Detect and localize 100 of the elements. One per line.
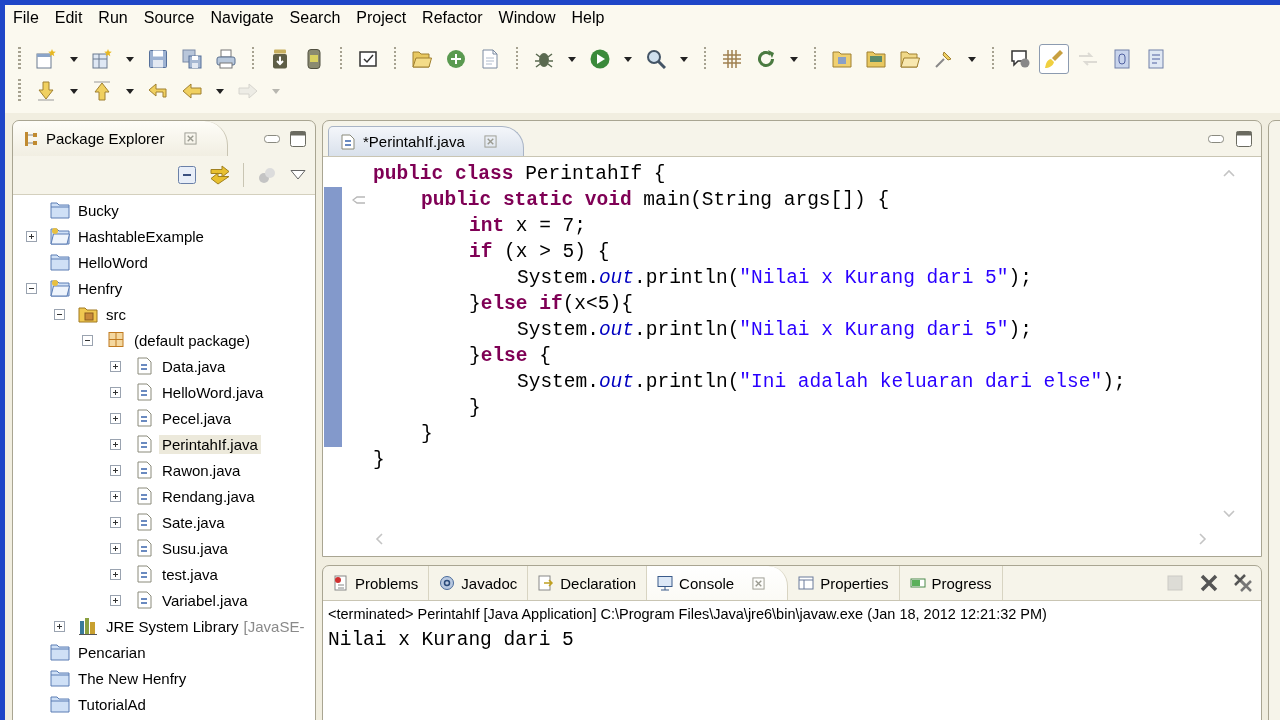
folder-icon xyxy=(50,643,70,661)
new-panel-icon[interactable] xyxy=(92,49,112,69)
left-arrow-icon[interactable] xyxy=(182,81,202,101)
folder-icon xyxy=(50,669,70,687)
maximize-icon[interactable] xyxy=(1236,130,1252,147)
tree-item[interactable]: src xyxy=(103,304,129,324)
dropdown-arrow-icon[interactable] xyxy=(790,56,798,62)
expander-plus-icon[interactable] xyxy=(110,516,121,528)
close-icon[interactable] xyxy=(184,132,198,145)
dropdown-arrow-icon[interactable] xyxy=(680,56,688,62)
disc-icon xyxy=(439,575,456,591)
tree-item[interactable]: The New Henfry xyxy=(75,668,190,688)
swap-arrows-icon[interactable] xyxy=(210,165,230,185)
expander-plus-icon[interactable] xyxy=(110,542,121,554)
menu-item[interactable]: Edit xyxy=(46,7,91,29)
view-tab[interactable]: Console xyxy=(647,566,789,600)
menu-item[interactable]: Source xyxy=(135,7,203,29)
menu-item[interactable]: Refactor xyxy=(414,7,491,29)
jar-icon[interactable] xyxy=(270,49,290,69)
expander-plus-icon[interactable] xyxy=(110,464,121,476)
dropdown-arrow-icon[interactable] xyxy=(126,56,134,62)
menu-item[interactable]: Project xyxy=(348,7,415,29)
tree-item[interactable]: Data.java xyxy=(159,356,229,376)
brush-icon[interactable] xyxy=(1039,44,1069,74)
maximize-icon[interactable] xyxy=(290,130,306,147)
down-arrow-icon[interactable] xyxy=(36,81,56,101)
tree-item[interactable]: Rawon.java xyxy=(159,460,244,480)
menu-item[interactable]: Run xyxy=(90,7,136,29)
device-icon[interactable] xyxy=(304,49,324,69)
dropdown-arrow-icon[interactable] xyxy=(126,88,134,94)
minimize-icon[interactable] xyxy=(1208,134,1224,143)
page-icon[interactable] xyxy=(1112,49,1132,69)
view-menu-icon[interactable] xyxy=(290,169,306,181)
dropdown-arrow-icon[interactable] xyxy=(216,88,224,94)
tree-item[interactable]: Sate.java xyxy=(159,512,228,532)
magnifier-icon[interactable] xyxy=(646,49,666,69)
dropdown-arrow-icon[interactable] xyxy=(70,56,78,62)
open-folder-icon[interactable] xyxy=(412,49,432,69)
tree-item[interactable]: Rendang.java xyxy=(159,486,258,506)
expander-minus-icon[interactable] xyxy=(82,334,93,346)
plus-circle-icon[interactable] xyxy=(446,49,466,69)
dropdown-arrow-icon[interactable] xyxy=(568,56,576,62)
tree-item[interactable]: Bucky xyxy=(75,200,122,220)
view-tab[interactable]: Package Explorer xyxy=(13,121,229,156)
menu-item[interactable]: Search xyxy=(281,7,349,29)
expander-plus-icon[interactable] xyxy=(110,386,121,398)
grid-icon[interactable] xyxy=(722,49,742,69)
tree-item[interactable]: PerintahIf.java xyxy=(159,434,261,454)
cross-icon[interactable] xyxy=(1199,573,1219,593)
printer-icon[interactable] xyxy=(216,49,236,69)
floppy-disks-icon[interactable] xyxy=(182,49,202,69)
tree-item[interactable]: HelloWord xyxy=(75,252,151,272)
expander-plus-icon[interactable] xyxy=(110,490,121,502)
tree-item[interactable]: HelloWord.java xyxy=(159,382,267,402)
new-window-icon[interactable] xyxy=(36,49,56,69)
launch-label: <terminated> PerintahIf [Java Application] C:\Program Files\Java\jre6\bin\javaw.exe (Jan 18, 2012 12:21:32 PM) xyxy=(328,606,1047,622)
minus-square-icon[interactable] xyxy=(177,165,197,185)
tree-item[interactable]: Henfry xyxy=(75,278,126,298)
menu-item[interactable]: Help xyxy=(563,7,613,29)
document-icon xyxy=(134,383,154,401)
tree-item[interactable]: Susu.java xyxy=(159,538,231,558)
wand-icon[interactable] xyxy=(934,49,954,69)
minimize-icon[interactable] xyxy=(264,134,280,143)
tree-item[interactable]: Pencarian xyxy=(75,642,149,662)
expander-plus-icon[interactable] xyxy=(110,568,121,580)
menu-item[interactable]: File xyxy=(5,7,47,29)
expander-plus-icon[interactable] xyxy=(54,620,65,632)
tree-item[interactable]: (default package) xyxy=(131,330,253,350)
tree-item[interactable]: HashtableExample xyxy=(75,226,207,246)
expander-minus-icon[interactable] xyxy=(26,282,37,294)
menu-item[interactable]: Navigate xyxy=(202,7,282,29)
speech-bubble-icon[interactable] xyxy=(1010,49,1030,69)
expander-minus-icon[interactable] xyxy=(54,308,65,320)
checkbox-icon[interactable] xyxy=(358,49,378,69)
dropdown-arrow-icon[interactable] xyxy=(968,56,976,62)
open-folder-icon[interactable] xyxy=(900,49,920,69)
play-icon[interactable] xyxy=(590,49,610,69)
dropdown-arrow-icon[interactable] xyxy=(624,56,632,62)
expander-plus-icon[interactable] xyxy=(26,230,37,242)
dropdown-arrow-icon[interactable] xyxy=(70,88,78,94)
tree-item[interactable]: JRE System Library xyxy=(103,616,242,636)
return-arrow-icon[interactable] xyxy=(148,81,168,101)
circular-arrow-icon[interactable] xyxy=(756,49,776,69)
double-cross-icon[interactable] xyxy=(1233,573,1253,593)
tree-item[interactable]: test.java xyxy=(159,564,221,584)
close-icon[interactable] xyxy=(752,576,766,590)
progress-bar-icon xyxy=(909,575,926,591)
menu-item[interactable]: Window xyxy=(490,7,564,29)
tree-item[interactable]: Pecel.java xyxy=(159,408,235,428)
up-arrow-icon[interactable] xyxy=(92,81,112,101)
code-line: }else { xyxy=(469,344,551,368)
expander-plus-icon[interactable] xyxy=(110,412,121,424)
editor-tab[interactable]: *PerintahIf.java xyxy=(328,126,524,156)
expander-plus-icon[interactable] xyxy=(110,594,121,606)
expander-plus-icon[interactable] xyxy=(110,360,121,372)
expander-plus-icon[interactable] xyxy=(110,438,121,450)
tree-item[interactable]: Variabel.java xyxy=(159,590,251,610)
folder-icon[interactable] xyxy=(866,49,886,69)
tree-item[interactable]: TutorialAd xyxy=(75,694,149,714)
document-icon xyxy=(134,461,154,479)
